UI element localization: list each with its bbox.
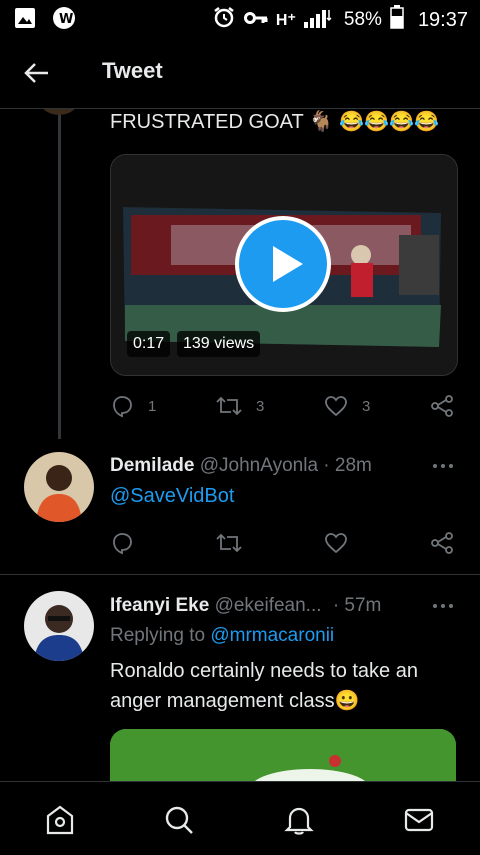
tweet-time: 28m <box>334 455 372 476</box>
video-player[interactable]: 0:17 139 views <box>110 154 458 376</box>
replying-to: Replying to @mrmacaronii <box>110 625 334 647</box>
like-button[interactable]: 3 <box>324 394 370 418</box>
app-bar: Tweet <box>0 36 480 109</box>
parent-tweet-actions: 1 3 3 <box>110 394 456 424</box>
author-name[interactable]: Demilade <box>110 455 194 476</box>
reply-1-header: Demilade @JohnAyonla · 28m <box>110 455 372 477</box>
signal-icon <box>303 6 332 34</box>
share-button[interactable] <box>430 394 454 418</box>
reply-icon <box>113 533 132 555</box>
svg-text:W: W <box>59 12 73 27</box>
reply-1-text[interactable]: @SaveVidBot <box>110 485 234 508</box>
status-bar: W H⁺ 58% 19:37 <box>0 0 480 36</box>
author-name[interactable]: Ifeanyi Eke <box>110 595 209 616</box>
app-notification-icon: W <box>52 6 76 36</box>
nav-search[interactable] <box>159 800 199 840</box>
gallery-icon <box>14 7 36 35</box>
nav-home[interactable] <box>40 800 80 840</box>
share-icon <box>431 532 453 554</box>
tweet-divider <box>0 574 480 575</box>
reply-2-media[interactable] <box>110 729 456 781</box>
page-title: Tweet <box>102 58 163 83</box>
nav-notifications[interactable] <box>279 800 319 840</box>
media-thumbnail <box>110 729 456 781</box>
more-options-button[interactable] <box>432 593 454 616</box>
vpn-key-icon <box>243 9 268 31</box>
video-view-count: 139 views <box>177 331 261 357</box>
messages-icon <box>404 808 434 832</box>
separator-dot: · <box>323 455 330 476</box>
user-avatar-ifeanyi <box>24 591 94 661</box>
replying-to-label: Replying to <box>110 625 206 646</box>
more-horizontal-icon <box>433 464 453 468</box>
network-type: H⁺ <box>275 12 296 29</box>
replying-to-handle[interactable]: @mrmacaronii <box>210 625 334 646</box>
retweet-icon <box>216 396 242 416</box>
author-handle[interactable]: @JohnAyonla <box>200 455 318 476</box>
avatar[interactable] <box>24 452 94 522</box>
share-button[interactable] <box>430 531 454 555</box>
heart-icon <box>325 533 347 554</box>
battery-percent: 58% <box>343 9 382 30</box>
retweet-button[interactable] <box>216 531 242 555</box>
parent-tweet-text: FRUSTRATED GOAT 🐐 😂😂😂😂 <box>110 111 439 133</box>
like-count: 3 <box>362 397 371 415</box>
user-avatar-demilade <box>24 452 94 522</box>
heart-icon <box>325 396 347 417</box>
retweet-count: 3 <box>256 397 265 415</box>
back-button[interactable] <box>24 60 50 91</box>
avatar[interactable] <box>24 591 94 661</box>
parent-avatar-edge <box>38 109 80 115</box>
play-icon <box>273 246 303 282</box>
clock: 19:37 <box>417 8 468 31</box>
bottom-navigation <box>0 781 480 855</box>
search-icon <box>165 806 193 834</box>
like-button[interactable] <box>324 531 348 555</box>
tweet-thread[interactable]: FRUSTRATED GOAT 🐐 😂😂😂😂 0:17 139 views 1 … <box>0 109 480 781</box>
reply-2-text: Ronaldo certainly needs to take an anger… <box>110 660 418 712</box>
reply-button[interactable]: 1 <box>110 394 156 418</box>
retweet-button[interactable]: 3 <box>216 394 264 418</box>
reply-1-actions <box>110 531 456 561</box>
separator-dot: · <box>332 595 340 616</box>
thread-connector-line <box>58 109 61 439</box>
home-icon <box>46 805 74 835</box>
play-button[interactable] <box>235 216 331 312</box>
video-duration: 0:17 <box>127 331 171 357</box>
retweet-icon <box>216 533 242 553</box>
reply-icon <box>113 396 132 418</box>
arrow-left-icon <box>24 63 48 83</box>
battery-icon <box>390 5 404 35</box>
more-options-button[interactable] <box>432 453 454 476</box>
reply-count: 1 <box>148 397 157 415</box>
notifications-icon <box>284 807 314 835</box>
author-handle[interactable]: @ekeifean... <box>215 595 322 616</box>
share-icon <box>431 395 453 417</box>
more-horizontal-icon <box>433 604 453 608</box>
reply-2-header: Ifeanyi Eke @ekeifean... · 57m <box>110 595 381 617</box>
alarm-icon <box>212 5 236 35</box>
tweet-time: 57m <box>344 595 382 616</box>
reply-button[interactable] <box>110 531 134 555</box>
nav-messages[interactable] <box>399 800 439 840</box>
